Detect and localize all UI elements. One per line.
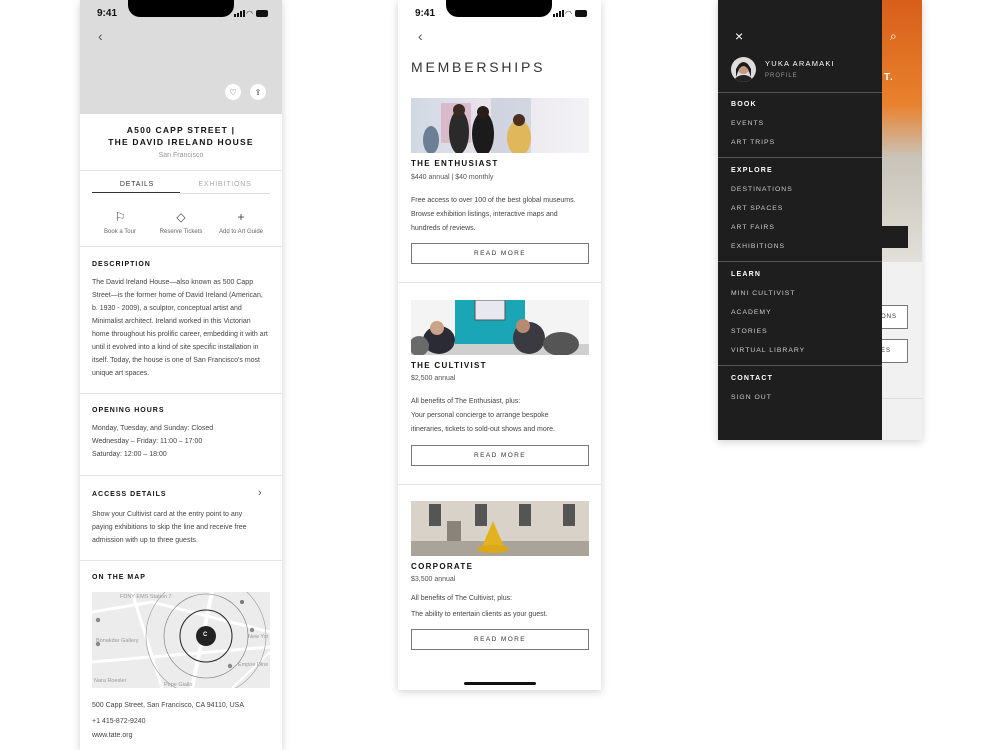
venue-website[interactable]: www.tate.org (92, 729, 270, 742)
tier-name: THE CULTIVIST (411, 361, 487, 370)
map-label: New Yor (248, 634, 269, 640)
memberships-screen: 9:41 ◠ ‹ MEMBERSHIPS THE ENTHUSIAST $440… (398, 0, 601, 690)
background-page: ⌕ T. ONS ES (882, 0, 922, 440)
side-menu-screen: ⌕ T. ONS ES × YUKA ARAMAKI PROFILE BOOK … (718, 0, 922, 440)
status-time: 9:41 (415, 8, 436, 19)
read-more-button[interactable]: READ MORE (411, 629, 589, 650)
access-heading: ACCESS DETAILS (92, 491, 167, 498)
menu-item-art-spaces[interactable]: ART SPACES (731, 205, 783, 212)
signal-icon (234, 10, 245, 17)
close-icon[interactable]: × (735, 28, 743, 44)
user-name[interactable]: YUKA ARAMAKI (765, 59, 835, 68)
ticket-icon: ◇ (176, 210, 186, 224)
menu-item-sign-out[interactable]: SIGN OUT (731, 394, 772, 401)
venue-title: A500 CAPP STREET | THE DAVID IRELAND HOU… (108, 125, 254, 147)
add-to-guide-button[interactable]: + Add to Art Guide (208, 210, 274, 235)
status-bar: 9:41 ◠ (398, 0, 601, 26)
access-chevron-icon[interactable]: › (258, 487, 262, 499)
tier-name: THE ENTHUSIAST (411, 159, 499, 168)
background-button (882, 226, 908, 248)
share-icon: ⇪ (254, 87, 262, 97)
menu-item-stories[interactable]: STORIES (731, 328, 768, 335)
tab-exhibitions[interactable]: EXHIBITIONS (180, 181, 270, 188)
flag-icon: ⚐ (114, 210, 126, 224)
map-heading: ON THE MAP (92, 574, 146, 581)
menu-heading-book: BOOK (731, 101, 757, 108)
battery-icon (575, 10, 587, 17)
read-more-button[interactable]: READ MORE (411, 445, 589, 466)
status-icons: ◠ (234, 9, 268, 18)
status-bar: 9:41 ◠ (80, 0, 282, 26)
tier-benefits: All benefits of The Enthusiast, plus: Yo… (411, 398, 555, 433)
wifi-icon: ◠ (565, 9, 572, 18)
venue-map[interactable]: FDNY EMS Station 7 Bonakdar Gallery Nara… (92, 592, 270, 688)
map-label: FDNY EMS Station 7 (120, 594, 172, 600)
menu-item-art-fairs[interactable]: ART FAIRS (731, 224, 775, 231)
access-text: Show your Cultivist card at the entry po… (92, 511, 247, 544)
notch (446, 0, 552, 17)
side-drawer: × YUKA ARAMAKI PROFILE BOOK EVENTS ART T… (718, 0, 882, 440)
heart-icon: ♡ (229, 87, 237, 97)
favorite-button[interactable]: ♡ (225, 84, 241, 100)
venue-location: San Francisco (158, 152, 204, 159)
background-hero-image (882, 0, 922, 262)
corporate-image (411, 501, 589, 556)
menu-item-exhibitions[interactable]: EXHIBITIONS (731, 243, 785, 250)
venue-detail-screen: 9:41 ◠ ‹ ♡ ⇪ A500 CAPP STREET | THE DAVI… (80, 0, 282, 750)
notch (128, 0, 234, 17)
wifi-icon: ◠ (246, 9, 253, 18)
search-icon[interactable]: ⌕ (890, 29, 897, 44)
map-label: Nara Roesler (94, 678, 127, 684)
menu-heading-contact: CONTACT (731, 375, 774, 382)
hours-line: Saturday: 12:00 – 18:00 (92, 451, 167, 458)
background-text: T. (884, 72, 894, 83)
menu-heading-explore: EXPLORE (731, 167, 773, 174)
share-button[interactable]: ⇪ (250, 84, 266, 100)
menu-item-academy[interactable]: ACADEMY (731, 309, 772, 316)
page-title: MEMBERSHIPS (411, 59, 546, 75)
background-button: ES (882, 339, 908, 363)
tier-name: CORPORATE (411, 562, 474, 571)
venue-phone[interactable]: +1 415-872-9240 (92, 715, 270, 728)
hours-line: Wednesday – Friday: 11:00 – 17:00 (92, 438, 203, 445)
menu-item-events[interactable]: EVENTS (731, 120, 764, 127)
menu-heading-learn: LEARN (731, 271, 762, 278)
tier-price: $3,500 annual (411, 576, 456, 583)
hours-list: Monday, Tuesday, and Sunday: Closed Wedn… (92, 422, 270, 461)
map-label: Empire Dine (238, 662, 269, 668)
hours-line: Monday, Tuesday, and Sunday: Closed (92, 425, 214, 432)
read-more-button[interactable]: READ MORE (411, 243, 589, 264)
plus-icon: + (237, 210, 245, 224)
signal-icon (553, 10, 564, 17)
menu-item-virtual-library[interactable]: VIRTUAL LIBRARY (731, 347, 805, 354)
tier-benefits: All benefits of The Cultivist, plus: The… (411, 595, 548, 618)
map-label: Pepe Giallo (164, 682, 193, 688)
hours-heading: OPENING HOURS (92, 407, 165, 414)
cultivist-image (411, 300, 589, 355)
description-text: The David Ireland House—also known as 50… (92, 279, 268, 377)
home-indicator (464, 682, 536, 685)
reserve-tickets-button[interactable]: ◇ Reserve Tickets (148, 210, 214, 235)
background-button: ONS (882, 305, 908, 329)
status-icons: ◠ (553, 9, 587, 18)
menu-item-mini-cultivist[interactable]: MINI CULTIVIST (731, 290, 795, 297)
venue-address: 500 Capp Street, San Francisco, CA 94110… (92, 702, 245, 709)
menu-item-destinations[interactable]: DESTINATIONS (731, 186, 793, 193)
map-label: Bonakdar Gallery (96, 638, 139, 644)
tier-benefits: Free access to over 100 of the best glob… (411, 197, 576, 232)
tier-price: $2,500 annual (411, 375, 456, 382)
status-time: 9:41 (97, 8, 118, 19)
menu-item-art-trips[interactable]: ART TRIPS (731, 139, 775, 146)
tier-price: $440 annual | $40 monthly (411, 174, 494, 181)
back-button[interactable]: ‹ (418, 28, 423, 44)
avatar[interactable] (731, 57, 756, 82)
description-heading: DESCRIPTION (92, 261, 151, 268)
profile-link[interactable]: PROFILE (765, 73, 798, 79)
battery-icon (256, 10, 268, 17)
tab-details[interactable]: DETAILS (92, 181, 182, 188)
enthusiast-image (411, 98, 589, 153)
back-button[interactable]: ‹ (98, 28, 103, 44)
map-marker[interactable]: C (203, 632, 207, 638)
book-tour-button[interactable]: ⚐ Book a Tour (87, 210, 153, 235)
